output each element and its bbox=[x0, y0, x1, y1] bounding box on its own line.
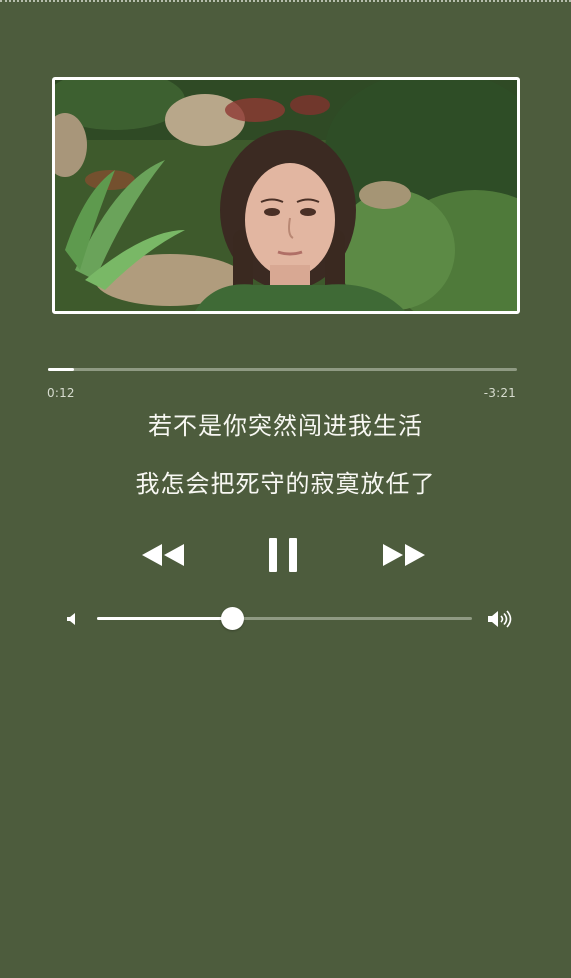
rewind-icon bbox=[142, 544, 184, 566]
fast-forward-icon bbox=[383, 544, 425, 566]
pause-icon bbox=[269, 538, 297, 572]
volume-slider[interactable] bbox=[97, 607, 472, 630]
album-artwork bbox=[52, 77, 520, 314]
lyric-current-line: 若不是你突然闯进我生活 bbox=[148, 412, 423, 440]
volume-high-icon bbox=[488, 610, 512, 628]
playback-progress-bar[interactable] bbox=[48, 368, 517, 371]
music-player-screen: 0:12 -3:21 若不是你突然闯进我生活 我怎会把死守的寂寞放任了 bbox=[0, 0, 571, 978]
pause-button[interactable] bbox=[266, 537, 300, 573]
volume-slider-thumb[interactable] bbox=[221, 607, 244, 630]
album-artwork-photo bbox=[55, 80, 517, 311]
volume-slider-fill bbox=[97, 617, 232, 620]
time-remaining: -3:21 bbox=[483, 386, 516, 400]
fast-forward-button[interactable] bbox=[381, 540, 427, 570]
rewind-button[interactable] bbox=[140, 540, 186, 570]
lyric-next-line: 我怎会把死守的寂寞放任了 bbox=[135, 470, 436, 498]
top-divider bbox=[0, 0, 571, 2]
time-elapsed: 0:12 bbox=[47, 386, 75, 400]
volume-low-icon bbox=[67, 613, 75, 625]
playback-progress-fill bbox=[48, 368, 74, 371]
